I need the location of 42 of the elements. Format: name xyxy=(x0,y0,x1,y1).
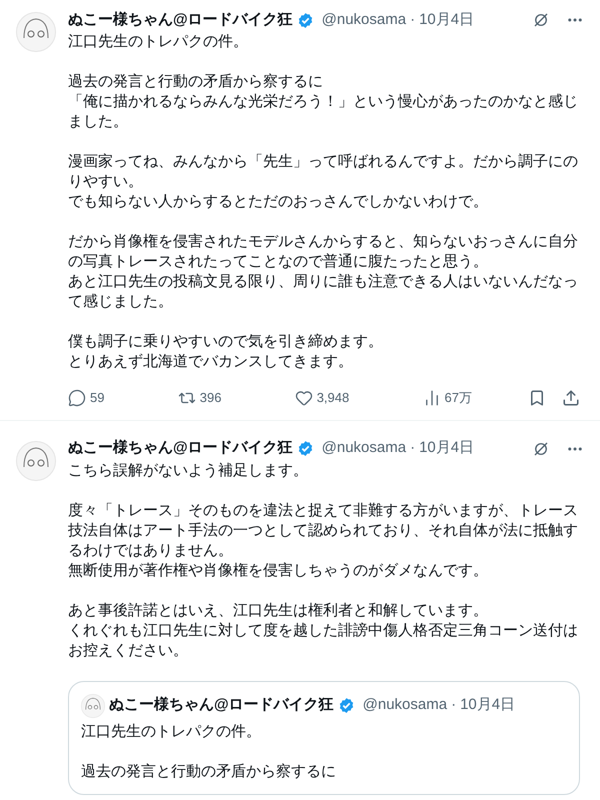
repost-button[interactable]: 396 xyxy=(178,388,222,408)
views-button[interactable]: 67万 xyxy=(422,388,472,408)
post-text: あと事後許諾とはいえ、江口先生は権利者と和解しています。 xyxy=(68,600,489,620)
reply-button[interactable]: 59 xyxy=(68,388,104,408)
reply-icon xyxy=(68,388,86,407)
like-button[interactable]: 3,948 xyxy=(294,388,350,408)
post-text: こちら誤解がないよう補足します。 xyxy=(68,460,309,480)
slashed-circle-icon[interactable] xyxy=(532,440,550,458)
avatar-icon[interactable] xyxy=(81,694,105,718)
author-handle[interactable]: @nukosama xyxy=(322,437,406,460)
share-icon[interactable] xyxy=(562,388,580,407)
author-name[interactable]: ぬこー様ちゃん@ロードバイク狂 xyxy=(68,437,293,460)
post-text: でも知らない人からするとただのおっさんでしかないわけで。 xyxy=(68,192,489,212)
like-icon xyxy=(294,388,313,407)
avatar-icon[interactable] xyxy=(16,440,56,480)
post-text: くれぐれも江口先生に対して度を越した誹謗中傷人格否定三角コーン送付はお控えください。 xyxy=(68,620,579,660)
post-text: だから肖像権を侵害されたモデルさんからすると、知らないおっさんに自分の写真トレースされたってことなので普通に腹たったと思う。 xyxy=(68,232,579,272)
separator-dot: · xyxy=(410,10,416,30)
author-name[interactable]: ぬこー様ちゃん@ロードバイク狂 xyxy=(109,694,334,717)
post-text: 江口先生のトレパクの件。 xyxy=(81,722,262,742)
post-text: 漫画家ってね、みんなから「先生」って呼ばれるんですよ。だから調子にのりやすい。 xyxy=(68,152,579,192)
post-text: 度々「トレース」そのものを違法と捉えて非難する方がいますが、トレース技法自体はアート手法の一つとして認められており、それ自体が法に抵触するわけではありません。 xyxy=(68,500,579,560)
separator-dot: · xyxy=(451,695,456,716)
quoted-post-card[interactable]: ぬこー様ちゃん@ロードバイク狂 @nukosama · 10月4日 江口先生のトレパクの件。 過去の発言と行動の矛盾から察するに xyxy=(68,680,580,794)
post-text: 過去の発言と行動の矛盾から察するに xyxy=(81,762,337,782)
author-handle[interactable]: @nukosama xyxy=(362,694,448,717)
slashed-circle-icon[interactable] xyxy=(532,11,550,29)
post-text: 僕も調子に乗りやすいので気を引き締めます。 xyxy=(68,332,384,352)
avatar-icon[interactable] xyxy=(16,12,56,52)
post-text: とりあえず北海道でバカンスしてきます。 xyxy=(68,352,354,372)
post-text: 無断使用が著作権や肖像権を侵害しちゃうのがダメなんです。 xyxy=(68,560,489,580)
post-text: 過去の発言と行動の矛盾から察するに xyxy=(68,72,324,92)
bookmark-icon[interactable] xyxy=(528,388,546,407)
separator-dot: · xyxy=(410,438,416,458)
post-text: あと江口先生の投稿文見る限り、周りに誰も注意できる人はいないんだなって感じました。 xyxy=(68,272,579,312)
post-text: 江口先生のトレパクの件。 xyxy=(68,32,249,52)
author-handle[interactable]: @nukosama xyxy=(322,8,406,32)
post-text: 「俺に描かれるならみんな光栄だろう！」という慢心があったのかなと感じました。 xyxy=(68,92,579,132)
post-date[interactable]: 10月4日 xyxy=(419,8,474,32)
post-date[interactable]: 10月4日 xyxy=(419,437,474,460)
author-name[interactable]: ぬこー様ちゃん@ロードバイク狂 xyxy=(68,8,293,32)
post-date[interactable]: 10月4日 xyxy=(460,694,516,717)
